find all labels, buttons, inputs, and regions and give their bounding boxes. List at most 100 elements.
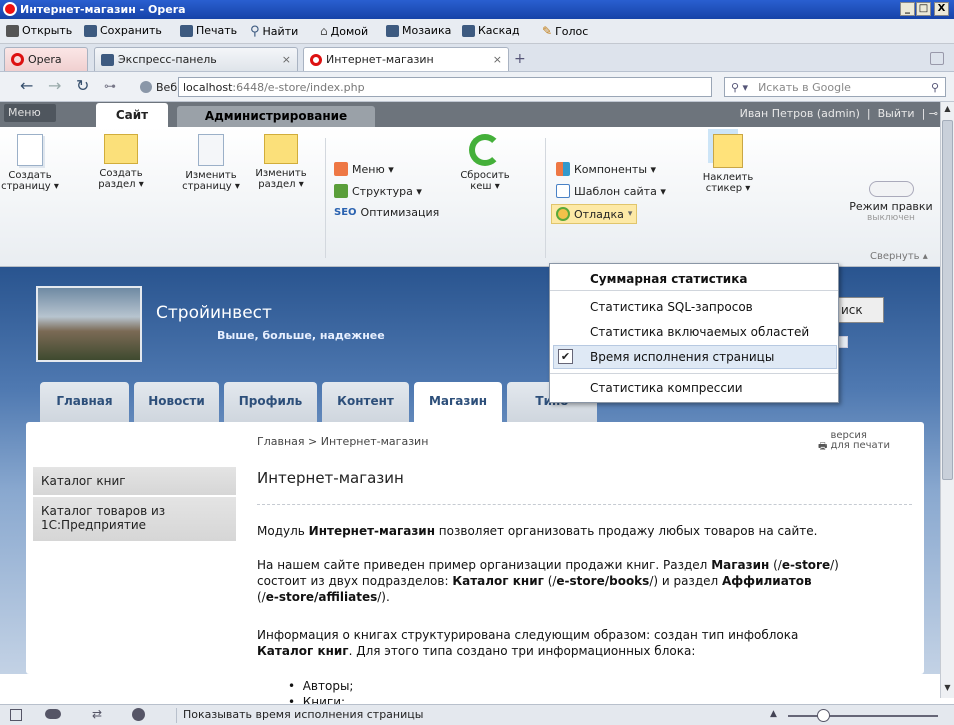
close-tab-icon[interactable]: × (493, 53, 502, 66)
view-options-icon[interactable]: ▲ (770, 709, 777, 719)
save-button[interactable]: Сохранить (84, 24, 162, 37)
url-host: localhost (183, 80, 233, 94)
key-icon[interactable]: ⊶ (104, 78, 116, 94)
edit-section-button[interactable]: Изменить раздел ▾ (250, 134, 312, 190)
sticker-button[interactable]: Наклеить стикер ▾ (693, 134, 763, 194)
create-page-button[interactable]: Создать страницу ▾ (0, 134, 60, 192)
home-button[interactable]: ⌂ Домой (320, 24, 368, 38)
search-engine-icon[interactable]: ⚲ ▾ (725, 81, 748, 94)
opera-logo-icon (11, 53, 24, 66)
opera-logo-icon (3, 2, 17, 16)
menu-item-summary-stats[interactable]: Суммарная статистика (590, 272, 747, 286)
share-icon[interactable]: ⇄ (92, 707, 102, 721)
pin-icon[interactable]: ⊸ (929, 107, 938, 120)
nav-tab-content[interactable]: Контент (322, 382, 409, 422)
web-badge[interactable]: Веб (140, 77, 177, 97)
opera-menu-button[interactable]: Opera (4, 47, 88, 71)
button-label: раздел ▾ (258, 179, 304, 190)
find-button[interactable]: ⚲ Найти (250, 24, 298, 39)
seo-link[interactable]: SEO Оптимизация (334, 206, 439, 219)
create-section-button[interactable]: Создать раздел ▾ (90, 134, 152, 190)
nav-tab-shop[interactable]: Магазин (414, 382, 502, 426)
window-title: Интернет-магазин - Opera (20, 3, 186, 16)
new-tab-button[interactable]: + (514, 51, 526, 67)
menu-item-page-time[interactable]: Время исполнения страницы (590, 350, 774, 364)
template-link[interactable]: Шаблон сайта ▾ (556, 184, 666, 198)
link-label: Компоненты ▾ (574, 162, 657, 176)
menu-icon (334, 162, 348, 176)
breadcrumb[interactable]: Главная > Интернет-магазин (257, 435, 428, 448)
microphone-icon: ✎ (542, 24, 553, 38)
tab-administration[interactable]: Администрирование (177, 106, 375, 127)
sidebar-item-1c-catalog[interactable]: Каталог товаров из 1С:Предприятие (33, 497, 236, 543)
edit-mode-toggle[interactable] (869, 181, 914, 197)
scroll-down-icon[interactable]: ▼ (942, 683, 953, 695)
components-link[interactable]: Компоненты ▾ (556, 162, 656, 176)
reload-icon[interactable]: ↻ (76, 78, 89, 94)
home-label: Домой (330, 24, 369, 38)
print-button[interactable]: Печать (180, 24, 237, 37)
zoom-slider[interactable] (788, 715, 938, 717)
structure-link[interactable]: Структура ▾ (334, 184, 422, 198)
admin-menu-button[interactable]: Меню (4, 104, 56, 122)
tab-list-icon[interactable] (930, 52, 944, 65)
nav-tab-profile[interactable]: Профиль (224, 382, 317, 422)
paragraph-1: Модуль Интернет-магазин позволяет органи… (257, 524, 818, 538)
tile-button[interactable]: Мозаика (386, 24, 451, 37)
paragraph-2: На нашем сайте приведен пример организац… (257, 558, 839, 604)
debug-dropdown-button[interactable]: Отладка ▾ (551, 204, 638, 224)
globe-icon (140, 81, 152, 93)
link-label: Шаблон сайта ▾ (574, 184, 666, 198)
edit-page-button[interactable]: Изменить страницу ▾ (178, 134, 244, 192)
menu-item-compression-stats[interactable]: Статистика компрессии (590, 381, 743, 395)
search-field[interactable]: ⚲ ▾ Искать в Google ⚲ (724, 77, 946, 97)
tab-express-panel[interactable]: Экспресс-панель × (94, 47, 298, 71)
logout-link[interactable]: Выйти (878, 107, 915, 120)
sticker-icon (713, 134, 743, 168)
template-icon (556, 184, 570, 198)
checkmark-icon: ✔ (558, 349, 573, 364)
new-folder-icon (104, 134, 138, 164)
voice-button[interactable]: ✎ Голос (542, 24, 588, 38)
search-placeholder: Искать в Google (758, 80, 851, 94)
print-version-link[interactable]: 🖶 версия для печати (818, 431, 890, 456)
search-go-icon[interactable]: ⚲ (931, 81, 945, 94)
tab-site[interactable]: Сайт (96, 103, 168, 127)
close-window-button[interactable]: X (934, 2, 949, 16)
minimize-button[interactable]: _ (900, 2, 915, 16)
link-label: Отладка (574, 207, 624, 221)
cascade-button[interactable]: Каскад (462, 24, 520, 37)
reset-cache-button[interactable]: Сбросить кеш ▾ (455, 134, 515, 192)
tab-online-store[interactable]: Интернет-магазин × (303, 47, 509, 71)
menu-link[interactable]: Меню ▾ (334, 162, 394, 176)
url-field[interactable]: localhost:6448/e-store/index.php (178, 77, 712, 97)
address-bar-row: ← → ↻ ⊶ Веб localhost:6448/e-store/index… (0, 72, 954, 102)
cloud-icon[interactable] (45, 709, 61, 719)
speedometer-icon[interactable] (132, 708, 145, 721)
debug-icon (556, 207, 570, 221)
search-icon: ⚲ (250, 24, 260, 39)
nav-tab-home[interactable]: Главная (40, 382, 129, 422)
tab-label: Интернет-магазин (326, 53, 434, 66)
scrollbar-thumb[interactable] (942, 120, 953, 480)
button-label: Создать (99, 168, 143, 179)
back-icon[interactable]: ← (20, 78, 33, 94)
panels-toggle-icon[interactable] (10, 709, 22, 721)
site-name[interactable]: Стройинвест (156, 303, 272, 323)
user-name[interactable]: Иван Петров (admin) (740, 107, 860, 120)
nav-tab-news[interactable]: Новости (134, 382, 219, 422)
collapse-panel-link[interactable]: Свернуть ▴ (870, 251, 928, 262)
menu-item-sql-stats[interactable]: Статистика SQL-запросов (590, 300, 753, 314)
menu-item-include-stats[interactable]: Статистика включаемых областей (590, 325, 809, 339)
site-search-button[interactable]: иск (836, 297, 884, 323)
open-button[interactable]: Открыть (6, 24, 72, 37)
scroll-up-icon[interactable]: ▲ (942, 104, 953, 116)
sidebar-item-books[interactable]: Каталог книг (33, 467, 236, 497)
title-divider (257, 504, 912, 505)
forward-icon[interactable]: → (48, 78, 61, 94)
close-tab-icon[interactable]: × (282, 53, 291, 66)
tile-icon (386, 24, 399, 37)
zoom-slider-thumb[interactable] (817, 709, 830, 722)
vertical-scrollbar[interactable]: ▲ ▼ (940, 102, 954, 698)
maximize-button[interactable]: □ (916, 2, 931, 16)
